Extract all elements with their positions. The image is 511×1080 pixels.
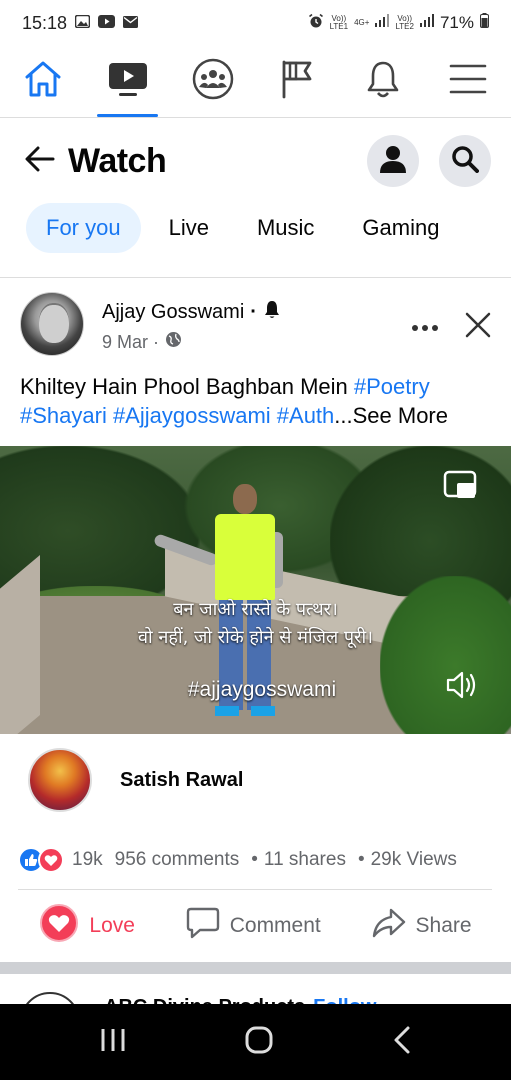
post-caption: Khiltey Hain Phool Baghban Mein #Poetry … <box>20 372 500 430</box>
shares-count[interactable]: 11 shares <box>264 849 346 871</box>
system-back-icon[interactable] <box>392 1025 412 1060</box>
watch-icon <box>107 61 149 102</box>
love-label: Love <box>89 914 135 937</box>
love-button[interactable]: Love <box>39 903 135 949</box>
post-action-bar: Love Comment Share <box>0 896 511 956</box>
commenter-name[interactable]: Satish Rawal <box>120 769 243 792</box>
commenter-avatar[interactable] <box>28 748 92 812</box>
reactions-summary[interactable] <box>18 847 64 873</box>
groups-icon <box>192 58 234 105</box>
home-icon <box>23 60 63 103</box>
tab-gaming[interactable]: Gaming <box>342 203 459 253</box>
close-icon[interactable] <box>465 312 491 343</box>
battery-icon <box>480 13 489 33</box>
comment-label: Comment <box>229 914 321 937</box>
search-button[interactable] <box>439 135 491 187</box>
tab-for-you[interactable]: For you <box>26 203 141 253</box>
signal-strength-icon <box>375 14 390 32</box>
notification-bell-icon[interactable] <box>263 300 281 325</box>
battery-percent: 71% <box>439 13 474 32</box>
next-post-avatar[interactable] <box>20 992 80 1004</box>
comment-bubble-icon <box>186 907 220 945</box>
back-button[interactable] <box>20 141 60 181</box>
share-arrow-icon <box>372 908 406 944</box>
home-circle-icon[interactable] <box>244 1025 274 1060</box>
recent-apps-icon[interactable] <box>99 1027 127 1058</box>
next-post-peek: ABC Divine Products Follow <box>0 974 511 1004</box>
video-lyrics: बन जाओ रास्ते के पत्थर। वो नहीं, जो रोके… <box>0 596 511 652</box>
menu-icon <box>449 63 487 100</box>
page-title: Watch <box>68 141 167 180</box>
nav-groups[interactable] <box>170 46 255 117</box>
system-navigation-bar <box>0 1004 511 1080</box>
youtube-notification-icon <box>98 13 116 33</box>
network-type-label: 4G+ <box>354 18 370 27</box>
more-options-icon[interactable] <box>411 319 439 337</box>
clock: 15:18 <box>22 12 68 33</box>
pages-flag-icon <box>280 59 316 104</box>
status-bar: 15:18 Vo)) LTE1 4G+ Vo)) LTE2 71% <box>0 0 511 46</box>
gallery-notification-icon <box>74 13 91 33</box>
profile-button[interactable] <box>367 135 419 187</box>
sim1-volte-label: Vo)) LTE1 <box>329 14 349 31</box>
post-stats: 19k 956 comments • 11 shares • 29k Views <box>18 842 498 878</box>
comments-count[interactable]: 956 comments <box>115 849 240 871</box>
dot-separator: • <box>251 849 258 870</box>
nav-menu[interactable] <box>426 46 511 117</box>
dot-separator: • <box>357 849 365 870</box>
top-navigation <box>0 46 511 118</box>
search-icon <box>451 145 479 178</box>
tab-music[interactable]: Music <box>237 203 334 253</box>
divider <box>0 277 511 278</box>
feed-separator <box>0 962 511 974</box>
nav-pages[interactable] <box>256 46 341 117</box>
lyrics-line-1: बन जाओ रास्ते के पत्थर। <box>173 599 338 620</box>
nav-watch[interactable] <box>85 46 170 117</box>
reactions-count[interactable]: 19k <box>72 849 103 871</box>
author-name[interactable]: Ajjay Gosswami <box>102 301 244 324</box>
post-date: 9 Mar · <box>102 331 160 352</box>
watch-tabs: For you Live Music Gaming <box>0 200 511 256</box>
author-avatar[interactable] <box>20 292 84 356</box>
see-more-link[interactable]: ...See More <box>334 403 448 428</box>
tab-live[interactable]: Live <box>149 203 229 253</box>
caption-text: Khiltey Hain Phool Baghban Mein <box>20 374 354 399</box>
comment-button[interactable]: Comment <box>186 907 321 945</box>
post-header: Ajjay Gosswami · 9 Mar · <box>0 292 511 364</box>
love-heart-icon <box>39 903 79 949</box>
love-reaction-icon <box>38 847 64 873</box>
hashtag-links[interactable]: #Shayari #Ajjaygosswami #Auth <box>20 403 334 428</box>
dot-separator: · <box>250 301 257 323</box>
share-button[interactable]: Share <box>372 908 472 944</box>
mail-notification-icon <box>123 13 139 33</box>
picture-in-picture-icon[interactable] <box>443 470 477 505</box>
sim2-volte-label: Vo)) LTE2 <box>395 14 414 31</box>
nav-notifications[interactable] <box>341 46 426 117</box>
views-count: 29k Views <box>370 849 457 870</box>
follow-button[interactable]: Follow <box>313 996 376 1004</box>
video-hashtag-overlay: #ajjaygosswami <box>187 678 337 701</box>
person-icon <box>380 145 406 178</box>
back-arrow-icon <box>25 146 55 177</box>
signal-strength-2-icon <box>419 14 434 32</box>
hashtag-link[interactable]: #Poetry <box>354 374 430 399</box>
share-label: Share <box>415 914 472 937</box>
watch-header: Watch <box>0 119 511 203</box>
comment-preview[interactable]: Satish Rawal <box>0 742 511 818</box>
nav-home[interactable] <box>0 46 85 117</box>
divider <box>18 889 492 890</box>
alarm-icon <box>308 13 324 34</box>
next-post-author[interactable]: ABC Divine Products <box>104 996 305 1004</box>
sound-icon[interactable] <box>445 670 479 705</box>
notifications-bell-icon <box>365 59 401 104</box>
video-player[interactable]: बन जाओ रास्ते के पत्थर। वो नहीं, जो रोके… <box>0 446 511 734</box>
globe-icon <box>165 331 182 353</box>
lyrics-line-2: वो नहीं, जो रोके होने से मंजिल पूरी। <box>138 627 373 648</box>
